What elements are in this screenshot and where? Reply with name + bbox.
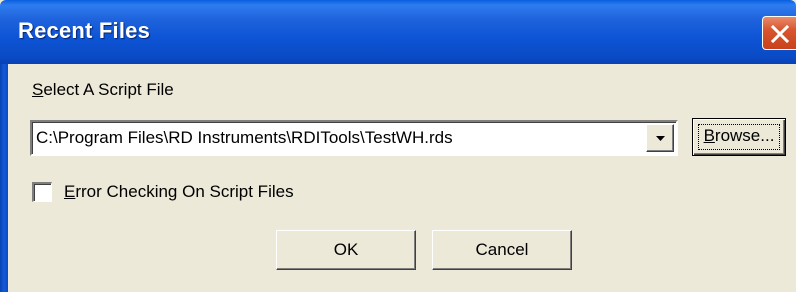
- error-checking-label[interactable]: Error Checking On Script Files: [64, 182, 294, 202]
- select-script-label-text: elect A Script File: [43, 80, 174, 99]
- recent-files-dialog: Recent Files Select A Script File C:\Pro…: [0, 0, 796, 292]
- window-title: Recent Files: [18, 18, 151, 43]
- focus-rectangle: [698, 124, 780, 150]
- select-script-label-accel: S: [32, 80, 44, 99]
- error-checking-label-text: rror Checking On Script Files: [75, 182, 294, 201]
- browse-button[interactable]: Browse...: [692, 118, 786, 156]
- ok-button[interactable]: OK: [276, 230, 416, 270]
- window-frame-left: [0, 64, 8, 292]
- error-checking-label-accel: E: [64, 182, 76, 201]
- close-button[interactable]: [762, 16, 796, 50]
- combobox-dropdown-button[interactable]: [646, 124, 674, 152]
- script-file-combobox[interactable]: C:\Program Files\RD Instruments\RDITools…: [30, 120, 678, 156]
- cancel-button[interactable]: Cancel: [432, 230, 572, 270]
- select-script-label: Select A Script File: [32, 80, 174, 100]
- title-bar[interactable]: Recent Files: [0, 0, 796, 64]
- error-checking-checkbox[interactable]: [32, 182, 52, 202]
- script-file-path[interactable]: C:\Program Files\RD Instruments\RDITools…: [36, 128, 453, 148]
